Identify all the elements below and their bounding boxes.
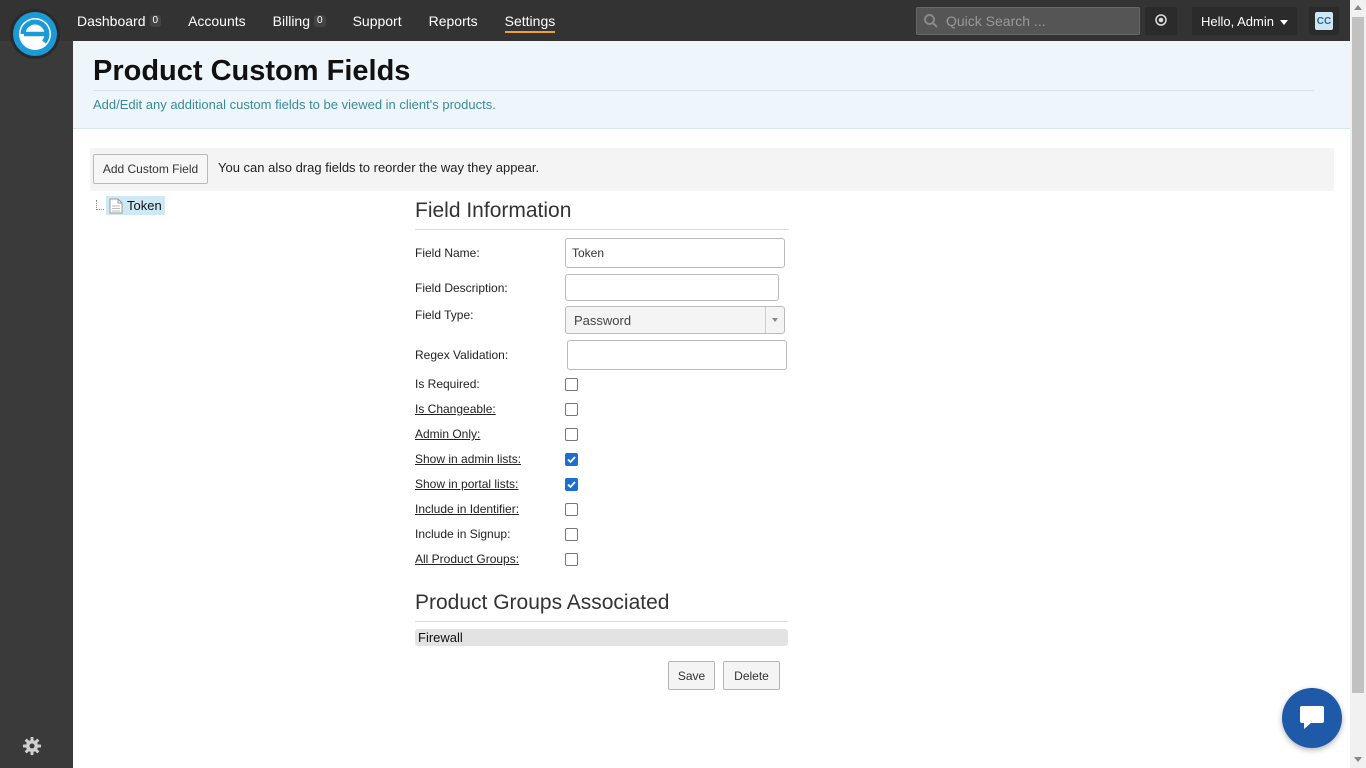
chat-button[interactable] <box>1282 688 1342 748</box>
scrollbar-thumb[interactable] <box>1352 17 1364 693</box>
checkbox-row-admin-only: Admin Only: <box>415 427 578 441</box>
product-groups-divider <box>415 621 788 622</box>
header-divider <box>93 90 1314 91</box>
field-info-title: Field Information <box>415 199 572 222</box>
search-icon <box>920 10 942 32</box>
checkbox-row-all-groups: All Product Groups: <box>415 552 578 566</box>
tree-node-label: Token <box>127 198 162 213</box>
is-required-checkbox[interactable] <box>565 377 578 391</box>
field-info-divider <box>415 229 789 230</box>
include-identifier-label: Include in Identifier: <box>415 502 520 516</box>
chevron-down-icon <box>765 307 784 333</box>
nav-accounts-label: Accounts <box>188 12 246 29</box>
search-input[interactable] <box>946 13 1136 29</box>
scroll-up-icon[interactable] <box>1354 5 1362 10</box>
nav-accounts[interactable]: Accounts <box>188 13 246 29</box>
delete-button[interactable]: Delete <box>723 661 780 690</box>
checkbox-row-signup: Include in Signup: <box>415 527 578 541</box>
show-portal-lists-label: Show in portal lists: <box>415 477 519 491</box>
nav-support-label: Support <box>352 12 402 29</box>
nav-settings[interactable]: Settings <box>504 12 556 33</box>
scroll-down-icon[interactable] <box>1354 757 1362 762</box>
drag-hint: You can also drag fields to reorder the … <box>218 160 540 175</box>
checkbox-row-required: Is Required: <box>415 377 578 391</box>
checkbox-row-changeable: Is Changeable: <box>415 402 578 416</box>
field-type-row: Field Type: Password <box>415 306 785 334</box>
product-groups-title: Product Groups Associated <box>415 591 670 614</box>
field-name-label: Field Name: <box>415 246 480 260</box>
caret-down-icon <box>1279 19 1288 25</box>
vertical-scrollbar[interactable] <box>1350 0 1366 768</box>
all-product-groups-label: All Product Groups: <box>415 552 520 566</box>
user-menu-button[interactable]: Hello, Admin <box>1192 7 1297 35</box>
nav-dashboard-label: Dashboard <box>77 12 146 29</box>
field-information-panel: Field Information Field Name: Field Desc… <box>415 199 789 646</box>
field-description-row: Field Description: <box>415 274 779 301</box>
include-signup-label: Include in Signup: <box>415 527 511 541</box>
page-title: Product Custom Fields <box>93 55 411 87</box>
nav-billing-badge: 0 <box>314 14 326 27</box>
show-admin-lists-label: Show in admin lists: <box>415 452 522 466</box>
nav-dashboard-badge: 0 <box>149 14 162 27</box>
is-changeable-checkbox[interactable] <box>565 402 578 416</box>
product-group-item[interactable]: Firewall <box>415 629 788 646</box>
field-description-input[interactable] <box>565 274 779 301</box>
product-groups-heading: Product Groups Associated <box>415 591 788 622</box>
all-product-groups-checkbox[interactable] <box>565 552 578 566</box>
is-changeable-label: Is Changeable: <box>415 402 496 416</box>
tree-connector <box>96 200 104 210</box>
admin-only-label: Admin Only: <box>415 427 481 441</box>
checkbox-row-identifier: Include in Identifier: <box>415 502 578 516</box>
include-signup-checkbox[interactable] <box>565 527 578 541</box>
tree-node-token[interactable]: Token <box>106 196 165 215</box>
nav-billing[interactable]: Billing 0 <box>273 13 326 29</box>
logo-icon <box>13 12 57 56</box>
save-button[interactable]: Save <box>668 661 715 690</box>
field-info-heading: Field Information <box>415 199 789 230</box>
checkmark-icon <box>567 480 576 488</box>
checkmark-icon <box>567 455 576 463</box>
nav-reports[interactable]: Reports <box>429 13 478 29</box>
nav-settings-label: Settings <box>504 12 556 29</box>
regex-label: Regex Validation: <box>415 348 509 362</box>
main-nav: Dashboard 0 Accounts Billing 0 Support R… <box>77 0 582 41</box>
page-header: Product Custom Fields Add/Edit any addit… <box>73 41 1350 129</box>
app-logo[interactable] <box>10 9 60 59</box>
nav-support[interactable]: Support <box>353 13 402 29</box>
target-button[interactable] <box>1145 7 1177 35</box>
document-icon <box>109 198 123 213</box>
user-greeting: Hello, Admin <box>1201 13 1274 29</box>
field-description-label: Field Description: <box>415 280 508 295</box>
add-custom-field-button[interactable]: Add Custom Field <box>93 154 208 184</box>
field-name-input[interactable] <box>565 238 785 268</box>
include-identifier-checkbox[interactable] <box>565 502 578 516</box>
nav-reports-label: Reports <box>428 12 478 29</box>
field-name-row: Field Name: <box>415 238 785 268</box>
nav-dashboard[interactable]: Dashboard 0 <box>77 12 162 29</box>
admin-only-checkbox[interactable] <box>565 427 578 441</box>
field-type-label: Field Type: <box>415 308 474 322</box>
cc-button[interactable]: CC <box>1309 7 1339 35</box>
top-navbar: Dashboard 0 Accounts Billing 0 Support R… <box>0 0 1350 41</box>
field-type-value: Password <box>574 312 632 328</box>
nav-billing-label: Billing <box>272 12 311 29</box>
is-required-label: Is Required: <box>415 377 480 391</box>
cc-icon: CC <box>1315 12 1333 30</box>
target-icon <box>1155 13 1167 29</box>
show-admin-lists-checkbox[interactable] <box>565 452 578 466</box>
main-content: Product Custom Fields Add/Edit any addit… <box>73 41 1350 768</box>
chat-icon <box>1300 706 1324 729</box>
checkbox-row-admin-lists: Show in admin lists: <box>415 452 578 466</box>
field-type-select[interactable]: Password <box>565 306 785 334</box>
regex-input[interactable] <box>567 340 787 370</box>
regex-row: Regex Validation: <box>415 340 787 370</box>
quick-search <box>916 7 1140 35</box>
gear-icon[interactable] <box>22 736 42 756</box>
fields-toolbar: Add Custom Field You can also drag field… <box>90 148 1334 191</box>
checkbox-row-portal-lists: Show in portal lists: <box>415 477 578 491</box>
page-subtitle: Add/Edit any additional custom fields to… <box>93 97 496 112</box>
show-portal-lists-checkbox[interactable] <box>565 477 578 491</box>
left-sidebar <box>0 41 73 768</box>
